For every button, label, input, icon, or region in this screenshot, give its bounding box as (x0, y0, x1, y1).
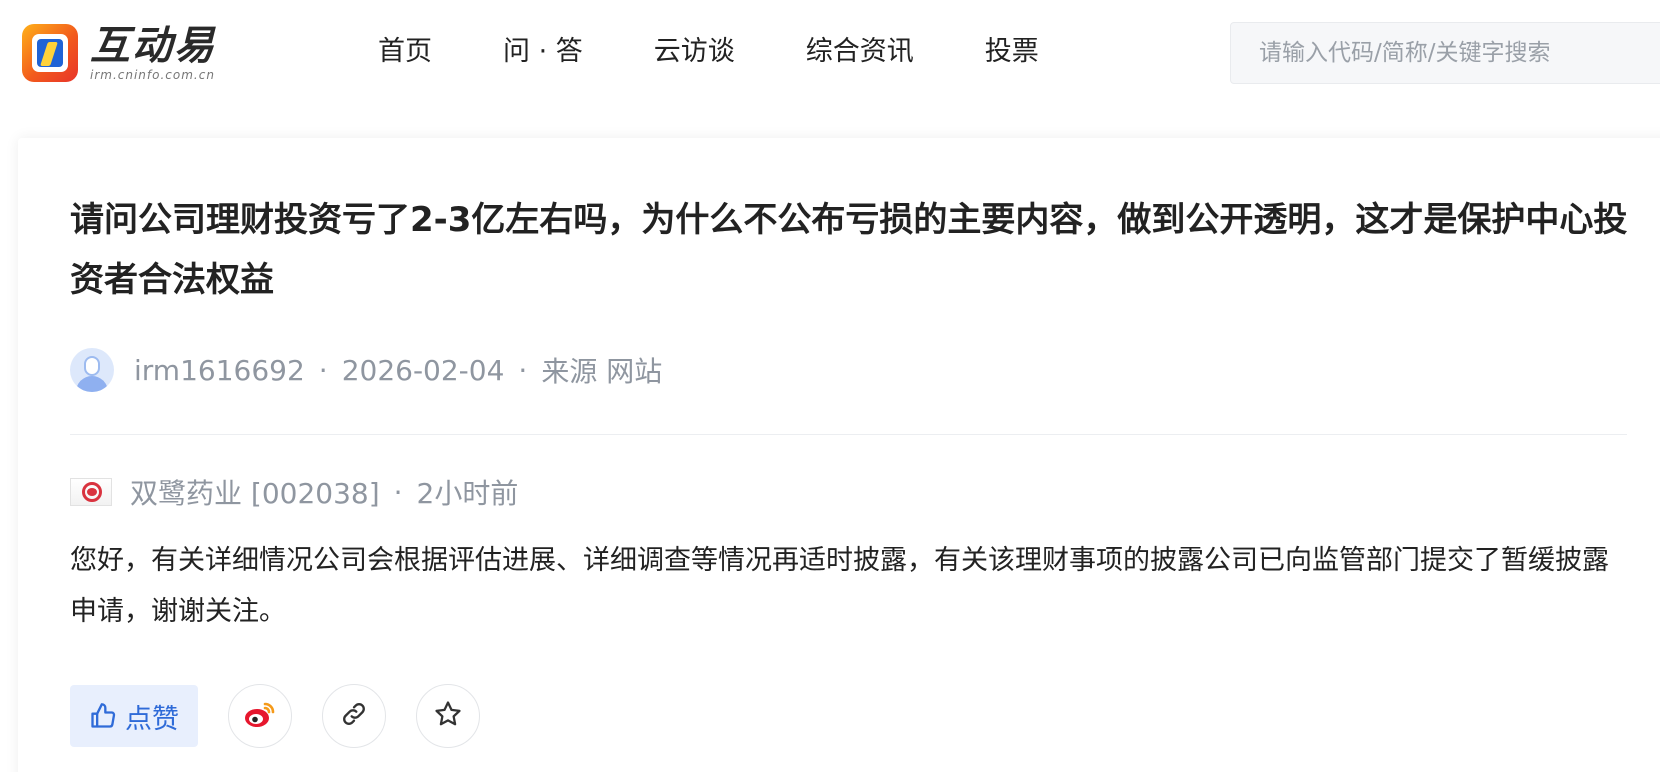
answer-text: 您好，有关详细情况公司会根据评估进展、详细调查等情况再适时披露，有关该理财事项的… (70, 545, 1609, 627)
site-logo[interactable]: 互动易 irm.cninfo.com.cn (22, 24, 216, 82)
search-box (1230, 22, 1660, 84)
nav-home[interactable]: 首页 (378, 32, 432, 72)
avatar (70, 348, 114, 392)
star-icon (433, 699, 463, 733)
weibo-icon (243, 699, 277, 733)
site-header: 互动易 irm.cninfo.com.cn 首页 问 · 答 云访谈 综合资讯 … (0, 0, 1660, 110)
share-weibo-button[interactable] (228, 684, 292, 748)
company-logo-icon (70, 478, 112, 506)
like-label: 点赞 (125, 703, 179, 735)
nav-vote[interactable]: 投票 (985, 32, 1039, 72)
like-button[interactable]: 点赞 (70, 685, 198, 747)
thumbs-up-icon (89, 702, 117, 730)
meta-separator: · (518, 353, 528, 387)
main-nav: 首页 问 · 答 云访谈 综合资讯 投票 (378, 32, 1039, 72)
link-icon (340, 700, 368, 732)
meta-separator: · (318, 353, 328, 387)
nav-qa[interactable]: 问 · 答 (503, 32, 583, 72)
search-input[interactable] (1231, 23, 1660, 83)
answer-meta: 双鹭药业 [002038] · 2小时前 (70, 472, 518, 512)
favorite-button[interactable] (416, 684, 480, 748)
question-title: 请问公司理财投资亏了2-3亿左右吗，为什么不公布亏损的主要内容，做到公开透明，这… (70, 200, 1628, 300)
question-meta: irm1616692 · 2026-02-04 · 来源 网站 (70, 348, 662, 392)
copy-link-button[interactable] (322, 684, 386, 748)
question-user[interactable]: irm1616692 (134, 354, 305, 387)
meta-separator: · (393, 475, 403, 509)
question-date: 2026-02-04 (341, 353, 505, 387)
question-source: 来源 网站 (541, 355, 663, 388)
divider (70, 434, 1627, 435)
nav-news[interactable]: 综合资讯 (806, 32, 914, 72)
logo-title: 互动易 (90, 23, 216, 69)
answer-time: 2小时前 (416, 477, 519, 510)
answer-company[interactable]: 双鹭药业 [002038] (130, 472, 380, 512)
logo-icon (22, 24, 78, 82)
logo-url: irm.cninfo.com.cn (90, 68, 215, 82)
action-bar: 点赞 (70, 684, 480, 748)
nav-cloud-interview[interactable]: 云访谈 (654, 32, 735, 72)
